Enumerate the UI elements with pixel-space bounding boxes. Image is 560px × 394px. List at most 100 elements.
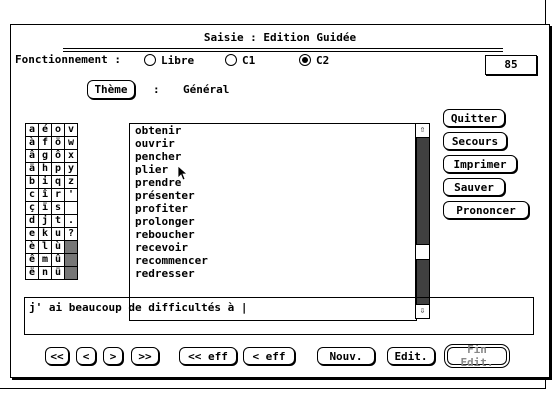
letter-key[interactable]: . [64, 214, 78, 228]
radio-c2-label: C2 [316, 54, 330, 67]
word-list-item[interactable]: présenter [130, 189, 416, 202]
letter-key[interactable]: ë [25, 266, 39, 280]
letter-key[interactable]: z [64, 175, 78, 189]
letter-key[interactable]: q [51, 175, 65, 189]
radio-circle-selected [299, 54, 311, 66]
letter-key[interactable]: o [51, 123, 65, 137]
letter-key[interactable]: w [64, 136, 78, 150]
radio-c2[interactable]: C2 [299, 54, 329, 67]
letter-key[interactable]: r [51, 188, 65, 202]
save-button[interactable]: Sauver [443, 178, 505, 196]
word-list-item[interactable]: obtenir [130, 124, 416, 137]
new-button[interactable]: Nouv. [317, 347, 375, 365]
radio-libre[interactable]: Libre [144, 54, 194, 67]
letter-key[interactable]: ö [51, 136, 65, 150]
letter-key[interactable]: h [38, 162, 52, 176]
letter-key[interactable]: ' [64, 188, 78, 202]
letter-grid-row: âgôx [25, 149, 78, 163]
letter-key[interactable]: g [38, 149, 52, 163]
letter-key[interactable]: b [25, 175, 39, 189]
letter-key[interactable]: i [38, 175, 52, 189]
letter-key[interactable]: ä [25, 162, 39, 176]
scroll-up-arrow-icon[interactable]: ⇧ [416, 124, 429, 138]
letter-grid-row: èlù [25, 240, 78, 254]
letter-grid-row: e k u? [25, 227, 78, 241]
letter-grid-row: àföw [25, 136, 78, 150]
title-rule [63, 51, 503, 52]
word-list-item[interactable]: ouvrir [130, 137, 416, 150]
word-list-item[interactable]: reboucher [130, 228, 416, 241]
letter-grid: a é o v à f ö w â g ô x ä h p y b i q z c î r ' ç ï s d j t. e k u? è l ù ê m… [25, 123, 78, 280]
letter-key[interactable]: p [51, 162, 65, 176]
letter-grid-row: biqz [25, 175, 78, 189]
letter-key[interactable]: ù [51, 240, 65, 254]
letter-key[interactable]: ô [51, 149, 65, 163]
letter-key-empty [64, 266, 78, 280]
letter-key[interactable]: ï [38, 201, 52, 215]
letter-key[interactable]: u [51, 227, 65, 241]
erase-all-button[interactable]: << eff [179, 347, 237, 365]
word-list-item[interactable]: plier [130, 163, 416, 176]
next-button[interactable]: > [103, 347, 123, 365]
theme-button[interactable]: Thème [87, 80, 135, 99]
radio-circle [144, 54, 156, 66]
last-button[interactable]: >> [131, 347, 159, 365]
mode-label: Fonctionnement : [15, 53, 121, 66]
letter-key[interactable]: d [25, 214, 39, 228]
letter-grid-row: aéov [25, 123, 78, 137]
letter-key[interactable]: a [25, 123, 39, 137]
radio-c1-label: C1 [242, 54, 256, 67]
letter-key[interactable]: t [51, 214, 65, 228]
word-list-item[interactable]: pencher [130, 150, 416, 163]
pronounce-button[interactable]: Prononcer [443, 201, 529, 219]
letter-key[interactable]: v [64, 123, 78, 137]
radio-c1[interactable]: C1 [225, 54, 255, 67]
letter-key[interactable]: ç [25, 201, 39, 215]
letter-key[interactable]: ? [64, 227, 78, 241]
print-button[interactable]: Imprimer [443, 155, 517, 173]
letter-key[interactable]: n [38, 266, 52, 280]
word-list-scrollbar[interactable]: ⇧ ⇩ [415, 123, 430, 319]
letter-key-empty [64, 201, 78, 215]
letter-key-empty [64, 240, 78, 254]
letter-grid-row: djt. [25, 214, 78, 228]
word-list-item[interactable]: redresser [130, 267, 416, 280]
help-button[interactable]: Secours [443, 132, 507, 150]
word-list-item[interactable]: profiter [130, 202, 416, 215]
erase-one-button[interactable]: < eff [243, 347, 295, 365]
end-edit-button[interactable]: Fin Edit. [444, 343, 510, 369]
letter-key[interactable]: f [38, 136, 52, 150]
word-list-item[interactable]: recommencer [130, 254, 416, 267]
letter-key-empty [64, 253, 78, 267]
letter-key[interactable]: û [51, 253, 65, 267]
scroll-thumb[interactable] [416, 244, 429, 260]
word-list-item[interactable]: recevoir [130, 241, 416, 254]
word-list-item[interactable]: prendre [130, 176, 416, 189]
letter-key[interactable]: m [38, 253, 52, 267]
letter-key[interactable]: k [38, 227, 52, 241]
sentence-input[interactable]: j' ai beaucoup de difficultés à | [24, 297, 534, 335]
letter-key[interactable]: x [64, 149, 78, 163]
word-list[interactable]: obtenir ouvrir pencher plier prendre présente… [129, 123, 417, 321]
letter-key[interactable]: y [64, 162, 78, 176]
letter-key[interactable]: e [25, 227, 39, 241]
letter-key[interactable]: é [38, 123, 52, 137]
letter-key[interactable]: ê [25, 253, 39, 267]
letter-key[interactable]: j [38, 214, 52, 228]
letter-key[interactable]: â [25, 149, 39, 163]
letter-key[interactable]: à [25, 136, 39, 150]
letter-key[interactable]: l [38, 240, 52, 254]
theme-separator: : [153, 83, 160, 96]
quit-button[interactable]: Quitter [443, 109, 505, 127]
first-button[interactable]: << [45, 347, 69, 365]
letter-key[interactable]: c [25, 188, 39, 202]
dialog-window: Saisie : Edition Guidée Fonctionnement :… [10, 24, 550, 378]
letter-key[interactable]: î [38, 188, 52, 202]
letter-key[interactable]: ü [51, 266, 65, 280]
edit-button[interactable]: Edit. [387, 347, 435, 365]
previous-button[interactable]: < [76, 347, 96, 365]
word-list-item[interactable]: prolonger [130, 215, 416, 228]
letter-key[interactable]: s [51, 201, 65, 215]
mouse-pointer-icon [177, 165, 187, 181]
letter-key[interactable]: è [25, 240, 39, 254]
